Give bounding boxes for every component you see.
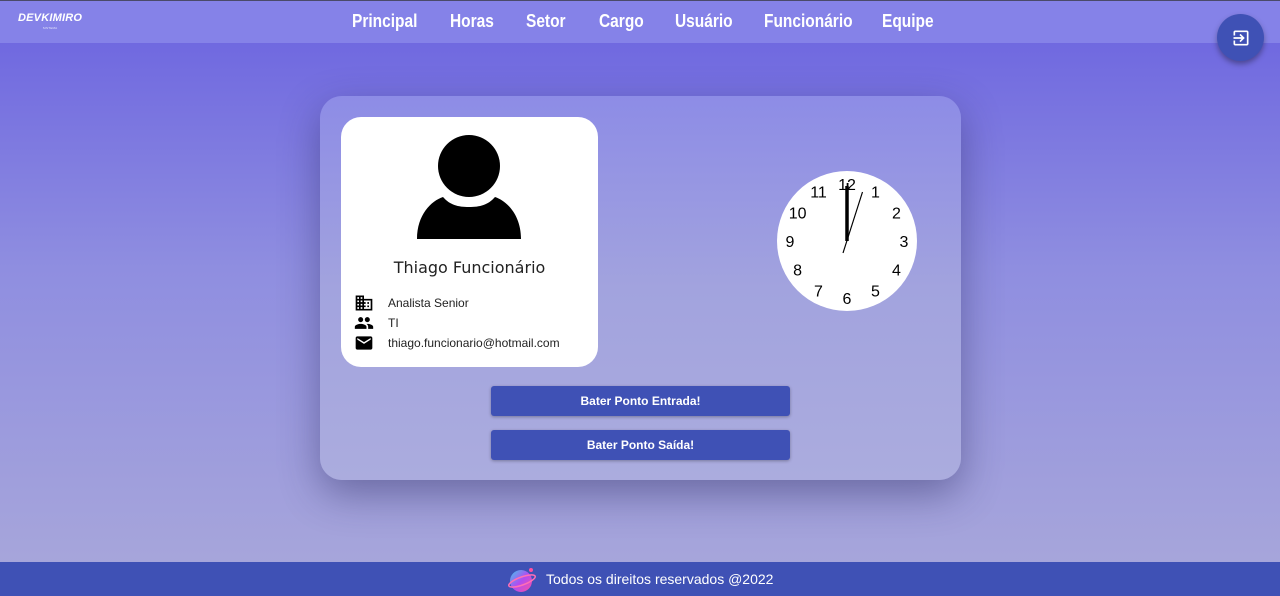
clock-number: 5 [871, 283, 880, 300]
planet-logo-icon [508, 568, 536, 592]
nav-cargo[interactable]: Cargo [599, 11, 644, 32]
nav-horas[interactable]: Horas [450, 11, 494, 32]
employee-role: Analista Senior [388, 296, 469, 310]
clock-number: 2 [892, 206, 901, 223]
footer-copyright: Todos os direitos reservados @2022 [546, 571, 774, 587]
clock-number: 8 [793, 263, 802, 280]
nav-setor[interactable]: Setor [526, 11, 566, 32]
clock-number: 6 [843, 291, 852, 308]
time-clock-card: Thiago Funcionário Analista Senior TI th… [320, 96, 961, 480]
nav-principal[interactable]: Principal [352, 11, 417, 32]
clock-out-button[interactable]: Bater Ponto Saída! [491, 430, 790, 460]
logout-button[interactable] [1217, 14, 1264, 61]
clock-in-button[interactable]: Bater Ponto Entrada! [491, 386, 790, 416]
nav-funcionario[interactable]: Funcionário [764, 11, 853, 32]
people-icon [354, 317, 374, 329]
clock-minute-hand [846, 182, 849, 242]
footer: Todos os direitos reservados @2022 [0, 562, 1280, 596]
nav-usuario[interactable]: Usuário [675, 11, 733, 32]
employee-email: thiago.funcionario@hotmail.com [388, 336, 560, 350]
user-avatar-icon [417, 135, 521, 239]
mail-icon [355, 336, 373, 350]
clock-number: 1 [871, 185, 880, 202]
employee-role-row: Analista Senior [354, 293, 594, 313]
analog-clock: 121234567891011 [777, 171, 917, 311]
employee-email-row: thiago.funcionario@hotmail.com [354, 333, 594, 353]
main-nav: Principal Horas Setor Cargo Usuário Func… [0, 11, 1280, 35]
employee-team-row: TI [354, 313, 594, 333]
clock-number: 11 [810, 185, 827, 202]
clock-number: 3 [900, 234, 909, 251]
employee-team: TI [388, 316, 399, 330]
logout-icon [1233, 30, 1248, 45]
employee-name: Thiago Funcionário [393, 258, 546, 277]
employee-profile-card: Thiago Funcionário Analista Senior TI th… [341, 117, 598, 367]
clock-number: 10 [789, 206, 807, 223]
clock-number: 9 [786, 234, 795, 251]
clock-number: 4 [892, 263, 901, 280]
top-navbar: DEVKIMIRO SISTEMA Principal Horas Setor … [0, 0, 1280, 43]
building-icon [355, 295, 373, 311]
clock-number: 7 [814, 283, 823, 300]
nav-equipe[interactable]: Equipe [882, 11, 934, 32]
